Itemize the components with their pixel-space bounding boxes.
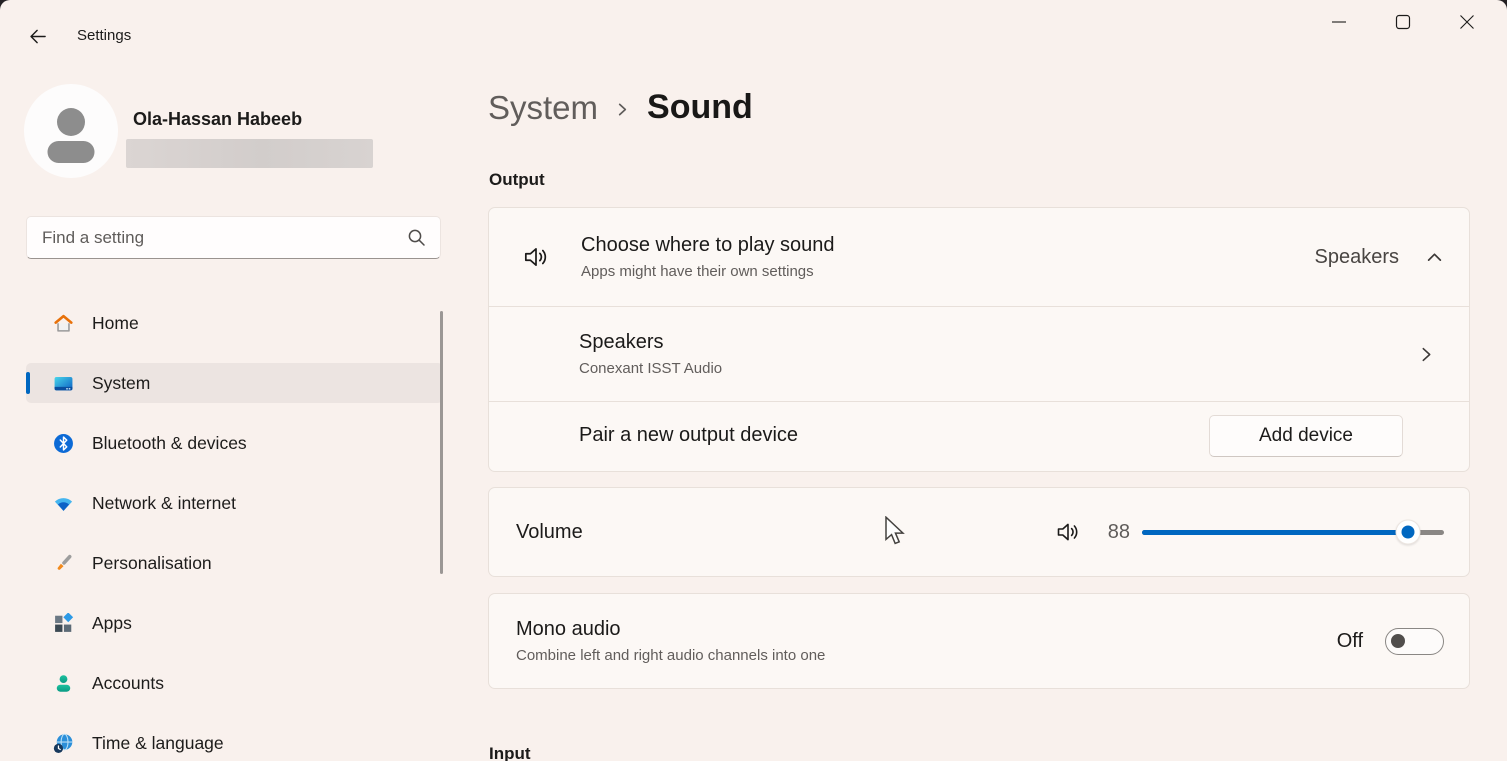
- mono-audio-toggle[interactable]: [1385, 628, 1444, 655]
- bluetooth-icon: [53, 433, 74, 454]
- speakers-subtitle: Conexant ISST Audio: [579, 360, 722, 377]
- sidebar-scrollbar[interactable]: [440, 311, 443, 574]
- add-device-button[interactable]: Add device: [1209, 415, 1403, 457]
- sidebar-item-accounts[interactable]: Accounts: [26, 663, 443, 703]
- page-title: Sound: [647, 88, 753, 127]
- window-title: Settings: [77, 27, 131, 44]
- sidebar-item-label: Accounts: [92, 673, 164, 694]
- close-button[interactable]: [1435, 0, 1499, 44]
- caption-controls: [1307, 0, 1499, 44]
- search-box: [26, 216, 441, 259]
- sidebar-nav: Home System Bluetooth & devices Network …: [26, 303, 443, 761]
- search-icon: [407, 228, 440, 247]
- mono-audio-card: Mono audio Combine left and right audio …: [488, 593, 1470, 689]
- accounts-icon: [53, 673, 74, 694]
- minimize-icon: [1331, 14, 1347, 30]
- maximize-button[interactable]: [1371, 0, 1435, 44]
- volume-slider-thumb[interactable]: [1395, 520, 1420, 545]
- maximize-icon: [1395, 14, 1411, 30]
- input-section-header: Input: [489, 744, 531, 761]
- chevron-right-icon: [1418, 346, 1435, 363]
- sidebar-item-network-internet[interactable]: Network & internet: [26, 483, 443, 523]
- volume-value: 88: [1100, 521, 1130, 544]
- sidebar-item-bluetooth-devices[interactable]: Bluetooth & devices: [26, 423, 443, 463]
- choose-output-expander[interactable]: Choose where to play sound Apps might ha…: [489, 208, 1469, 306]
- chevron-right-icon: [615, 102, 630, 117]
- personalisation-icon: [53, 553, 74, 574]
- back-button[interactable]: [20, 20, 54, 52]
- home-icon: [53, 313, 74, 334]
- output-section-header: Output: [489, 170, 545, 190]
- network-icon: [53, 493, 74, 514]
- pair-device-label: Pair a new output device: [579, 424, 798, 447]
- mono-audio-state-label: Off: [1337, 630, 1363, 653]
- volume-card: Volume 88: [488, 487, 1470, 577]
- speakers-title: Speakers: [579, 331, 722, 354]
- sidebar-item-label: Personalisation: [92, 553, 212, 574]
- sidebar-item-system[interactable]: System: [26, 363, 443, 403]
- volume-label: Volume: [516, 521, 583, 544]
- speakers-device-row[interactable]: Speakers Conexant ISST Audio: [489, 306, 1469, 401]
- sidebar-item-time-language[interactable]: Time & language: [26, 723, 443, 761]
- person-icon: [24, 84, 118, 178]
- settings-window: Settings Ola-Hassan Habeeb: [0, 0, 1507, 761]
- mono-audio-subtitle: Combine left and right audio channels in…: [516, 647, 825, 664]
- speaker-icon: [521, 242, 551, 272]
- sidebar-item-label: Network & internet: [92, 493, 236, 514]
- selected-output-device[interactable]: Speakers: [1315, 246, 1400, 269]
- search-input[interactable]: [27, 228, 407, 248]
- choose-output-subtitle: Apps might have their own settings: [581, 263, 835, 280]
- sidebar-item-label: Bluetooth & devices: [92, 433, 247, 454]
- volume-slider-fill: [1142, 530, 1408, 535]
- system-icon: [53, 373, 74, 394]
- sidebar-item-apps[interactable]: Apps: [26, 603, 443, 643]
- user-name: Ola-Hassan Habeeb: [133, 109, 302, 130]
- mono-audio-title: Mono audio: [516, 618, 825, 641]
- user-avatar[interactable]: [24, 84, 118, 178]
- breadcrumb: System Sound: [488, 88, 753, 127]
- back-arrow-icon: [28, 27, 47, 46]
- choose-output-title: Choose where to play sound: [581, 234, 835, 257]
- output-device-card: Choose where to play sound Apps might ha…: [488, 207, 1470, 472]
- sidebar-item-home[interactable]: Home: [26, 303, 443, 343]
- sidebar-item-label: System: [92, 373, 150, 394]
- volume-slider[interactable]: [1142, 520, 1444, 544]
- apps-icon: [53, 613, 74, 634]
- sidebar-item-label: Time & language: [92, 733, 224, 754]
- sidebar-item-label: Home: [92, 313, 139, 334]
- user-email-redacted: [126, 139, 373, 168]
- breadcrumb-system-link[interactable]: System: [488, 89, 598, 127]
- sidebar-item-label: Apps: [92, 613, 132, 634]
- close-icon: [1459, 14, 1475, 30]
- sidebar-item-personalisation[interactable]: Personalisation: [26, 543, 443, 583]
- chevron-up-icon[interactable]: [1426, 249, 1443, 266]
- time-language-icon: [53, 733, 74, 754]
- volume-speaker-icon[interactable]: [1054, 518, 1082, 546]
- minimize-button[interactable]: [1307, 0, 1371, 44]
- pair-device-row: Pair a new output device Add device: [489, 401, 1469, 469]
